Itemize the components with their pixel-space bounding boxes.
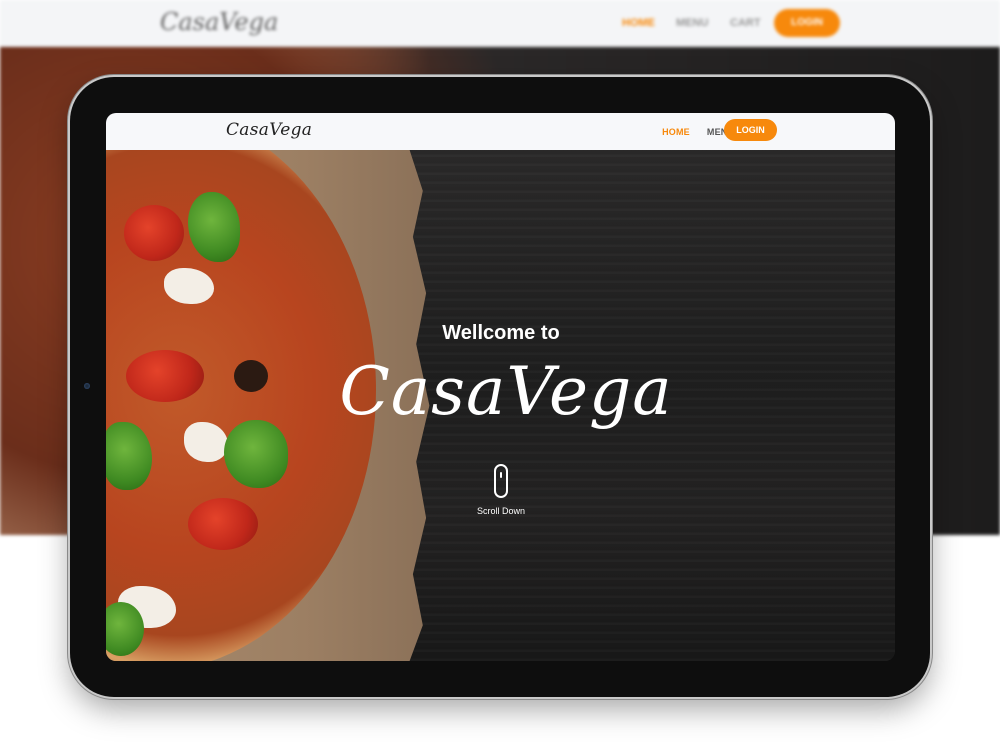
- scroll-down-label: Scroll Down: [476, 506, 525, 516]
- background-nav-home: HOME: [622, 17, 655, 29]
- background-login-button: LOGIN: [774, 9, 840, 37]
- mouse-icon: [494, 464, 508, 498]
- site-logo[interactable]: CasaVega: [226, 120, 312, 140]
- background-nav-menu: MENU: [676, 17, 709, 29]
- hero-welcome-text: Wellcome to: [442, 322, 560, 344]
- login-button[interactable]: LOGIN: [724, 119, 777, 141]
- tablet-screen: CasaVega HOME MENU CART LOGIN: [106, 113, 895, 661]
- scroll-down-button[interactable]: Scroll Down: [466, 464, 536, 516]
- background-header: CasaVega HOME MENU CART LOGIN: [0, 0, 1000, 47]
- hero-section: Wellcome to CasaVega Scroll Down: [106, 150, 895, 661]
- hero-brand-title: CasaVega: [339, 353, 673, 430]
- background-logo: CasaVega: [160, 8, 279, 36]
- tablet-frame: CasaVega HOME MENU CART LOGIN: [70, 77, 930, 697]
- hero-content: Wellcome to CasaVega Scroll Down: [106, 150, 895, 661]
- camera-dot: [84, 383, 90, 389]
- background-nav-cart: CART: [730, 17, 761, 29]
- site-header: CasaVega HOME MENU CART LOGIN: [106, 113, 895, 150]
- nav-home-link[interactable]: HOME: [662, 127, 690, 137]
